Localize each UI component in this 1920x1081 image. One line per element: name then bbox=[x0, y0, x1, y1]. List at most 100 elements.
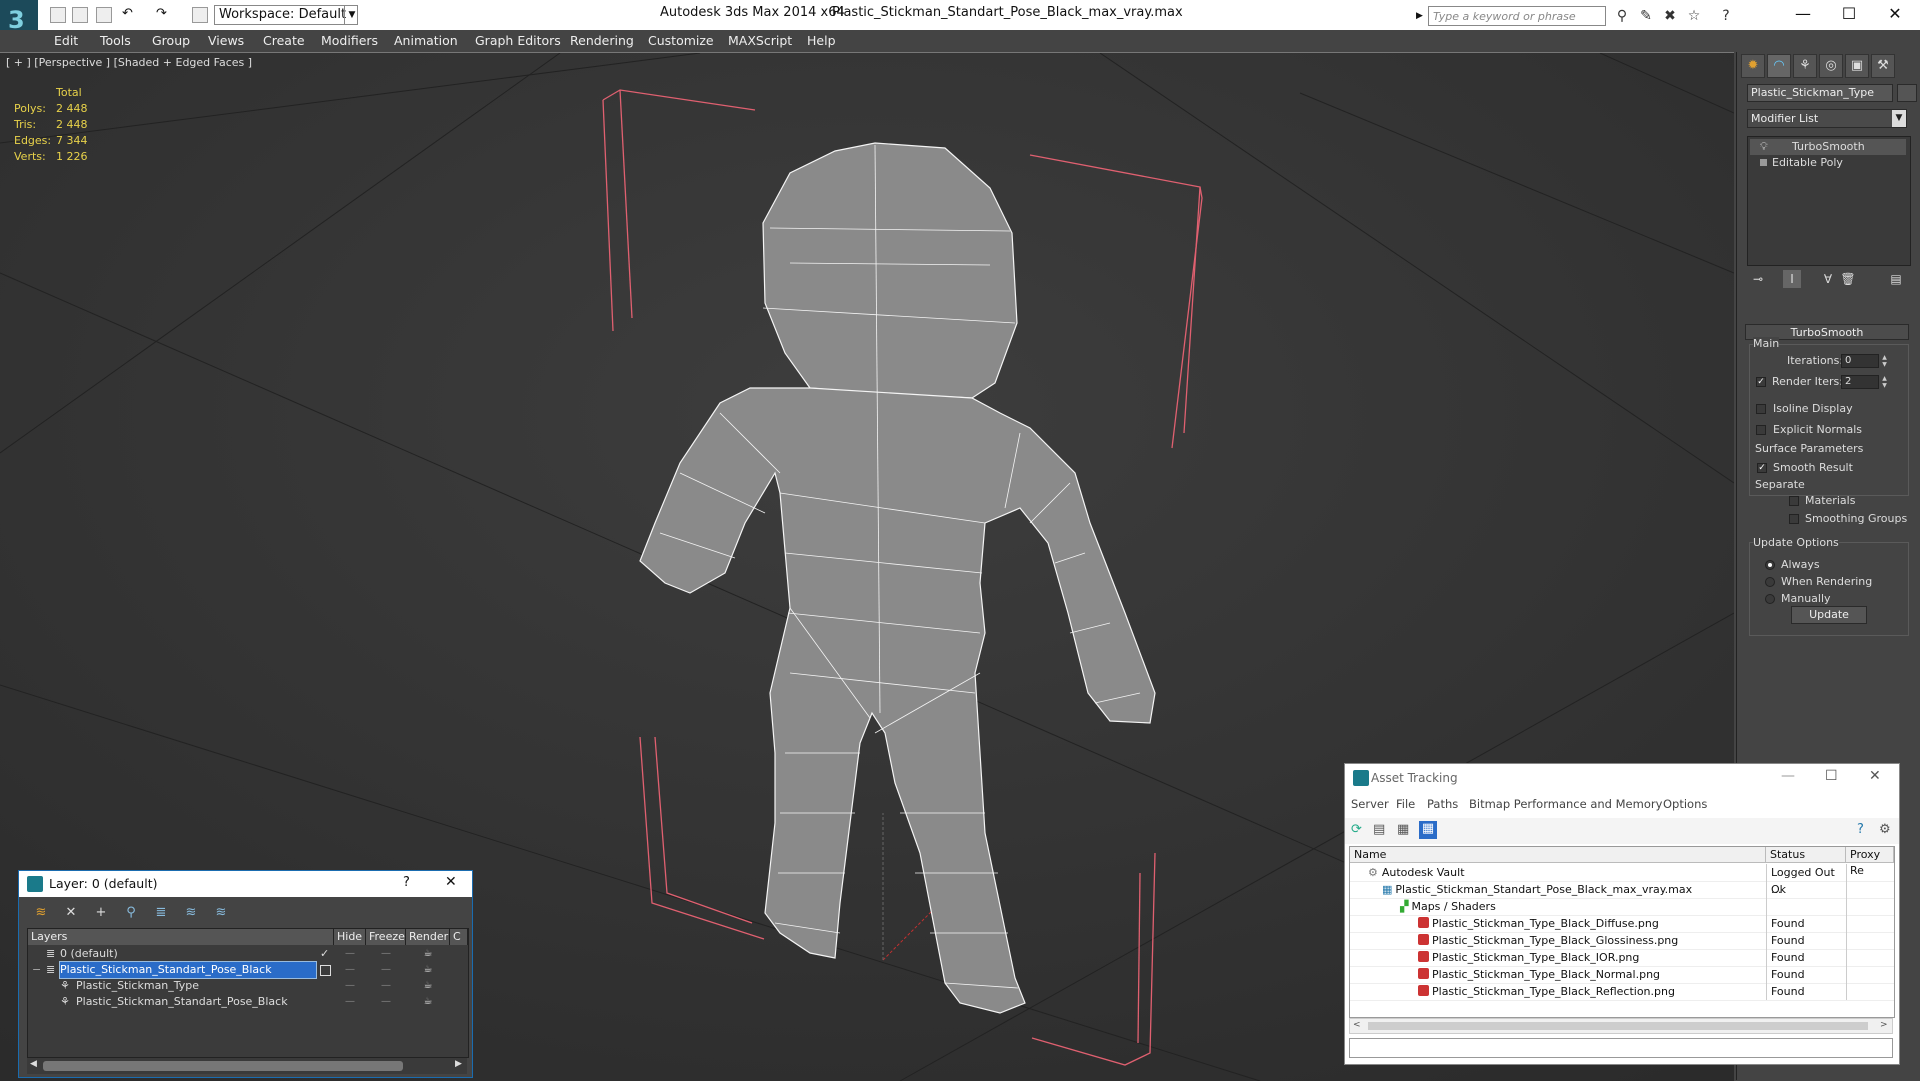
asset-row[interactable]: ▞ Maps / Shaders bbox=[1350, 898, 1894, 916]
help-icon[interactable]: ? bbox=[1718, 8, 1734, 24]
show-end-result-icon[interactable]: I bbox=[1783, 270, 1801, 288]
maximize-button[interactable]: ☐ bbox=[1825, 768, 1838, 784]
display-tab-icon[interactable]: ▣ bbox=[1845, 54, 1869, 78]
hide-all-icon[interactable]: ≋ bbox=[213, 905, 229, 921]
column-hide[interactable]: Hide bbox=[334, 929, 366, 945]
menu-views[interactable]: Views bbox=[208, 33, 244, 48]
undo-icon[interactable]: ↶ bbox=[122, 7, 138, 23]
layer-checkbox[interactable] bbox=[320, 965, 331, 976]
column-proxy[interactable]: Proxy Re bbox=[1846, 847, 1894, 877]
hide-toggle[interactable]: — bbox=[334, 946, 366, 962]
create-layer-icon[interactable]: ≋ bbox=[33, 905, 49, 921]
close-button[interactable]: ✕ bbox=[1872, 2, 1918, 26]
scroll-left-icon[interactable]: ◀ bbox=[30, 1059, 37, 1069]
explicit-normals-checkbox[interactable] bbox=[1756, 425, 1766, 435]
scrollbar-thumb[interactable] bbox=[43, 1061, 403, 1071]
spinner-arrows-icon[interactable]: ▲ ▼ bbox=[1880, 375, 1889, 389]
layer-row[interactable]: ⚘ Plastic_Stickman_Type — — ☕︎ bbox=[28, 978, 468, 994]
render-teapot-icon[interactable]: ☕︎ bbox=[406, 978, 450, 994]
always-radio[interactable] bbox=[1765, 560, 1775, 570]
scrollbar-thumb[interactable] bbox=[1368, 1022, 1868, 1030]
communication-icon[interactable]: ✖ bbox=[1662, 8, 1678, 24]
hide-toggle[interactable]: — bbox=[334, 994, 366, 1010]
workspace-select[interactable]: Workspace: Default bbox=[214, 5, 358, 25]
select-layer-icon[interactable]: ≣ bbox=[153, 905, 169, 921]
render-iters-checkbox[interactable]: ✓ bbox=[1756, 377, 1766, 387]
freeze-toggle[interactable]: — bbox=[366, 994, 406, 1010]
scroll-right-icon[interactable]: ▶ bbox=[455, 1059, 462, 1069]
project-folder-icon[interactable] bbox=[192, 7, 208, 23]
viewport-label[interactable]: [ + ] [Perspective ] [Shaded + Edged Fac… bbox=[6, 56, 252, 69]
layer-dialog-titlebar[interactable]: Layer: 0 (default) ? ✕ bbox=[19, 871, 472, 897]
iterations-spinner[interactable]: 0 bbox=[1841, 354, 1879, 368]
maximize-button[interactable]: ☐ bbox=[1826, 2, 1872, 26]
object-color-swatch[interactable] bbox=[1897, 84, 1917, 102]
freeze-toggle[interactable]: — bbox=[366, 946, 406, 962]
column-layers[interactable]: Layers bbox=[28, 929, 334, 945]
column-name[interactable]: Name bbox=[1350, 847, 1766, 863]
menu-edit[interactable]: Edit bbox=[54, 33, 78, 48]
utilities-tab-icon[interactable]: ⚒ bbox=[1871, 54, 1895, 78]
menu-bitmap-performance[interactable]: Bitmap Performance and Memory bbox=[1469, 797, 1662, 811]
make-unique-icon[interactable]: ∀ bbox=[1819, 270, 1837, 288]
menu-graph-editors[interactable]: Graph Editors bbox=[475, 33, 561, 48]
hide-toggle[interactable]: — bbox=[334, 978, 366, 994]
chevron-down-icon[interactable]: ▼ bbox=[1892, 110, 1906, 127]
horizontal-scrollbar[interactable]: < > bbox=[1349, 1018, 1893, 1034]
help-icon[interactable]: ? bbox=[1857, 822, 1864, 837]
asset-row[interactable]: Plastic_Stickman_Type_Black_Diffuse.png … bbox=[1350, 915, 1894, 933]
menu-file[interactable]: File bbox=[1396, 797, 1415, 811]
menu-modifiers[interactable]: Modifiers bbox=[321, 33, 378, 48]
add-to-layer-icon[interactable]: + bbox=[93, 905, 109, 921]
menu-rendering[interactable]: Rendering bbox=[570, 33, 634, 48]
hide-toggle[interactable]: — bbox=[334, 962, 366, 978]
search-input[interactable]: Type a keyword or phrase bbox=[1428, 6, 1606, 26]
open-file-icon[interactable] bbox=[72, 7, 88, 23]
set-current-layer-icon[interactable]: ≋ bbox=[183, 905, 199, 921]
menu-create[interactable]: Create bbox=[263, 33, 305, 48]
menu-customize[interactable]: Customize bbox=[648, 33, 714, 48]
list-view-icon[interactable]: ▤ bbox=[1373, 822, 1389, 838]
asset-row[interactable]: Plastic_Stickman_Type_Black_Reflection.p… bbox=[1350, 983, 1894, 1001]
menu-tools[interactable]: Tools bbox=[100, 33, 131, 48]
materials-checkbox[interactable] bbox=[1789, 496, 1799, 506]
chevron-down-icon[interactable]: ▼ bbox=[344, 5, 359, 25]
asset-row[interactable]: ▦ Plastic_Stickman_Standart_Pose_Black_ma… bbox=[1350, 881, 1894, 899]
menu-help[interactable]: Help bbox=[807, 33, 836, 48]
smooth-result-checkbox[interactable]: ✓ bbox=[1757, 463, 1767, 473]
collapse-icon[interactable]: − bbox=[32, 962, 41, 978]
column-render[interactable]: Render bbox=[406, 929, 450, 945]
close-button[interactable]: ✕ bbox=[1869, 768, 1881, 784]
freeze-toggle[interactable]: — bbox=[366, 978, 406, 994]
configure-sets-icon[interactable]: ▤ bbox=[1887, 270, 1905, 288]
new-file-icon[interactable] bbox=[50, 7, 66, 23]
stack-item-turbosmooth[interactable]: 💡︎ TurboSmooth bbox=[1750, 139, 1906, 155]
save-file-icon[interactable] bbox=[96, 7, 112, 23]
redo-icon[interactable]: ↷ bbox=[156, 7, 172, 23]
asset-row[interactable]: Plastic_Stickman_Type_Black_IOR.png Foun… bbox=[1350, 949, 1894, 967]
remove-modifier-icon[interactable]: 🗑︎ bbox=[1839, 270, 1857, 288]
spinner-arrows-icon[interactable]: ▲ ▼ bbox=[1880, 354, 1889, 368]
help-button[interactable]: ? bbox=[403, 875, 410, 890]
motion-tab-icon[interactable]: ◎ bbox=[1819, 54, 1843, 78]
freeze-toggle[interactable]: — bbox=[366, 962, 406, 978]
when-rendering-radio[interactable] bbox=[1765, 577, 1775, 587]
stack-item-editable-poly[interactable]: Editable Poly bbox=[1750, 155, 1906, 171]
render-teapot-icon[interactable]: ☕︎ bbox=[406, 962, 450, 978]
hierarchy-tab-icon[interactable]: ⚘ bbox=[1793, 54, 1817, 78]
refresh-icon[interactable]: ⟳ bbox=[1351, 822, 1367, 838]
render-iters-spinner[interactable]: 2 bbox=[1841, 375, 1879, 389]
layer-row[interactable]: ≣ 0 (default) ✓ — — ☕︎ bbox=[28, 946, 468, 962]
object-name-field[interactable]: Plastic_Stickman_Type bbox=[1747, 84, 1893, 102]
asset-row[interactable]: ⚙ Autodesk Vault Logged Out ... bbox=[1350, 864, 1894, 896]
pin-stack-icon[interactable]: ⊸ bbox=[1749, 270, 1767, 288]
layer-row[interactable]: ⚘ Plastic_Stickman_Standart_Pose_Black —… bbox=[28, 994, 468, 1010]
minimize-button[interactable]: — bbox=[1781, 768, 1795, 784]
detail-view-icon[interactable]: ▦ bbox=[1397, 822, 1413, 838]
favorites-star-icon[interactable]: ☆ bbox=[1686, 8, 1702, 24]
modify-tab-icon[interactable]: ◠ bbox=[1767, 54, 1791, 78]
scroll-left-icon[interactable]: < bbox=[1353, 1020, 1361, 1030]
menu-options[interactable]: Options bbox=[1663, 797, 1707, 811]
settings-icon[interactable]: ⚙ bbox=[1879, 822, 1891, 837]
close-button[interactable]: ✕ bbox=[445, 874, 457, 890]
